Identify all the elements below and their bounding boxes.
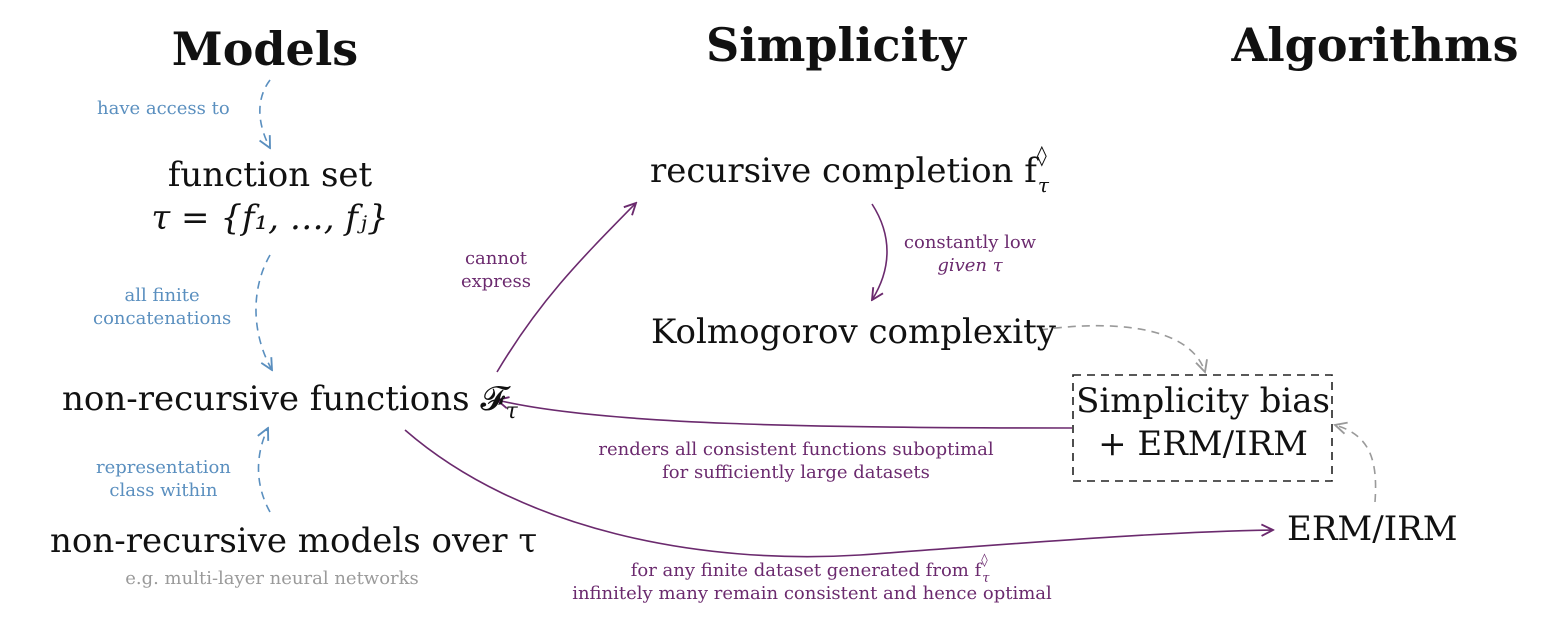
recursive-completion-sub: τ xyxy=(1037,173,1049,197)
simplicity-bias-line1: Simplicity bias xyxy=(1076,381,1330,421)
header-simplicity: Simplicity xyxy=(706,18,966,72)
label-finite-1: for any finite dataset generated from f xyxy=(630,560,982,581)
label-models-example: e.g. multi-layer neural networks xyxy=(125,568,419,589)
edge-renders-suboptimal xyxy=(497,400,1073,429)
label-representation: representation class within xyxy=(96,457,231,502)
edge-have-access-to xyxy=(260,79,270,148)
edge-erm-to-bias xyxy=(1335,425,1377,503)
label-constantly-low: constantly low given τ xyxy=(904,232,1036,277)
label-finite-dataset: for any finite dataset generated from f … xyxy=(572,553,1052,605)
node-recursive-completion: recursive completion f ◊ τ xyxy=(650,143,1055,197)
label-have-access-to: have access to xyxy=(97,98,230,119)
non-recursive-functions-sub: τ xyxy=(505,398,518,424)
function-set-line2: τ = {f₁, …, fⱼ} xyxy=(151,197,389,238)
label-constantly-2: given τ xyxy=(937,254,1003,276)
header-models: Models xyxy=(171,22,359,76)
edge-representation xyxy=(258,428,271,513)
recursive-completion-text: recursive completion f xyxy=(650,151,1037,191)
node-non-recursive-models: non-recursive models over τ xyxy=(50,521,538,561)
label-constantly-1: constantly low xyxy=(903,232,1037,253)
recursive-completion-sup: ◊ xyxy=(1036,143,1047,167)
simplicity-bias-line2: + ERM/IRM xyxy=(1098,423,1308,464)
node-non-recursive-functions: non-recursive functions 𝓕τ xyxy=(62,378,518,425)
function-set-line1: function set xyxy=(167,155,373,195)
label-renders-2: for sufficiently large datasets xyxy=(662,461,930,483)
label-representation-2: class within xyxy=(109,479,218,501)
label-finite-1-sup: ◊ xyxy=(981,553,988,568)
label-cannot-2: express xyxy=(460,270,532,292)
edge-constantly-low xyxy=(872,203,888,300)
edge-all-finite xyxy=(255,254,272,370)
label-renders-suboptimal: renders all consistent functions subopti… xyxy=(598,439,993,484)
label-all-finite: all finite concatenations xyxy=(93,285,231,330)
non-recursive-functions-text: non-recursive functions 𝓕 xyxy=(62,379,506,419)
label-cannot-express: cannot express xyxy=(461,248,531,293)
label-representation-1: representation xyxy=(96,457,231,478)
node-kolmogorov: Kolmogorov complexity xyxy=(651,312,1056,352)
node-function-set: function set τ = {f₁, …, fⱼ} xyxy=(151,154,388,239)
label-all-finite-1: all finite xyxy=(124,285,200,306)
node-simplicity-bias: Simplicity bias + ERM/IRM xyxy=(1076,380,1330,465)
node-erm-irm: ERM/IRM xyxy=(1287,509,1458,549)
label-finite-2: infinitely many remain consistent and he… xyxy=(572,582,1052,604)
label-all-finite-2: concatenations xyxy=(93,307,232,329)
edge-kolmogorov-to-bias xyxy=(1039,324,1205,372)
label-cannot-1: cannot xyxy=(464,248,528,269)
label-finite-1-sub: τ xyxy=(982,571,990,586)
label-renders-1: renders all consistent functions subopti… xyxy=(598,439,994,460)
header-algorithms: Algorithms xyxy=(1231,18,1519,72)
